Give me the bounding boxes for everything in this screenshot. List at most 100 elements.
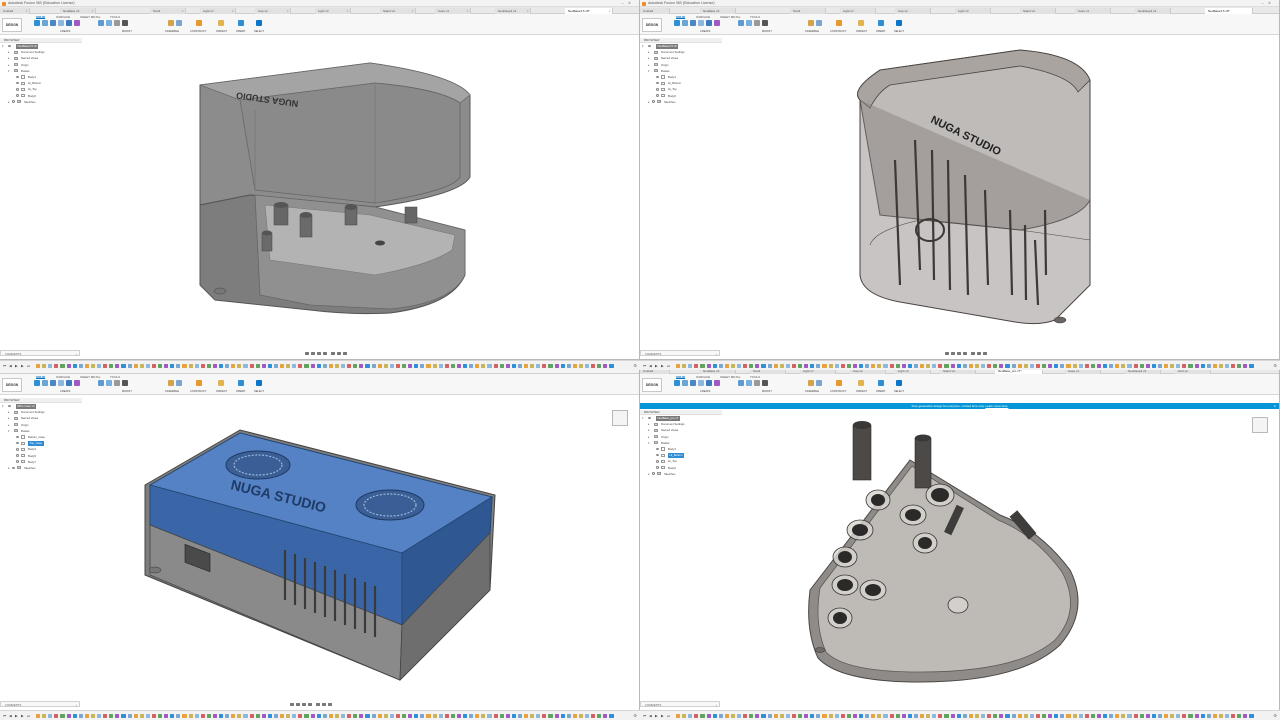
timeline-feature-icon[interactable] [688, 364, 693, 369]
browser-item[interactable]: ▸ Sketches [0, 465, 82, 471]
revolve-icon[interactable] [50, 20, 56, 26]
timeline-feature-icon[interactable] [1225, 364, 1230, 369]
ribbon-tab-solid[interactable]: SOLID [36, 375, 46, 379]
timeline-feature-icon[interactable] [852, 364, 858, 369]
timeline-feature-icon[interactable] [212, 364, 218, 369]
fillet-icon[interactable] [746, 20, 752, 26]
timeline-feature-icon[interactable] [408, 364, 413, 369]
timeline-feature-icon[interactable] [524, 714, 529, 719]
timeline-feature-icon[interactable] [1023, 364, 1028, 369]
timeline-feature-icon[interactable] [968, 714, 973, 719]
timeline-feature-icon[interactable] [1115, 714, 1120, 719]
close-icon[interactable]: × [347, 8, 349, 14]
eye-icon[interactable] [648, 44, 651, 48]
timeline-feature-icon[interactable] [493, 714, 498, 719]
skip-start-icon[interactable]: ⏮ [643, 364, 646, 368]
comments-panel[interactable]: COMMENTS + [640, 701, 720, 707]
timeline-feature-icon[interactable] [974, 364, 980, 369]
timeline-feature-icon[interactable] [182, 364, 187, 369]
timeline-feature-icon[interactable] [1096, 714, 1102, 719]
play-icon[interactable]: ▶ [15, 364, 18, 368]
eye-icon[interactable] [656, 81, 659, 85]
step-forward-icon[interactable]: ▶ [21, 714, 24, 718]
timeline-feature-icon[interactable] [438, 714, 443, 719]
timeline-feature-icon[interactable] [322, 364, 327, 369]
play-icon[interactable]: ▶ [15, 714, 18, 718]
eye-icon[interactable] [656, 94, 659, 97]
timeline-feature-icon[interactable] [231, 714, 236, 719]
tab-active[interactable]: NeoBase3.5 v8* [1205, 7, 1253, 14]
timeline-feature-icon[interactable] [334, 714, 340, 719]
timeline-feature-icon[interactable] [347, 364, 352, 369]
group-assemble[interactable]: ASSEMBLE [805, 390, 819, 393]
timeline-feature-icon[interactable] [597, 364, 602, 369]
timeline-feature-icon[interactable] [298, 714, 303, 719]
timeline-feature-icon[interactable] [237, 714, 242, 719]
eye-icon[interactable] [16, 75, 19, 79]
workspace-switcher-button[interactable]: DESIGN [2, 18, 22, 32]
sweep-icon[interactable] [698, 20, 704, 26]
timeline-feature-icon[interactable] [749, 364, 754, 369]
group-insert[interactable]: INSERT [876, 30, 885, 33]
timeline-feature-icon[interactable] [261, 714, 266, 719]
timeline-feature-icon[interactable] [682, 714, 687, 719]
timeline-feature-icon[interactable] [846, 364, 851, 369]
timeline-feature-icon[interactable] [1231, 364, 1236, 369]
timeline-feature-icon[interactable] [1200, 714, 1205, 719]
timeline-feature-icon[interactable] [115, 714, 120, 719]
zoom-icon[interactable] [302, 702, 306, 706]
browser-item[interactable]: ▸ Sketches [640, 471, 722, 477]
timeline-feature-icon[interactable] [1182, 714, 1187, 719]
timeline-feature-icon[interactable] [560, 364, 565, 369]
select-icon[interactable] [896, 20, 902, 26]
timeline-feature-icon[interactable] [1182, 364, 1187, 369]
joint-icon[interactable] [808, 20, 814, 26]
timeline-feature-icon[interactable] [36, 364, 41, 369]
timeline-feature-icon[interactable] [737, 714, 742, 719]
tab-0[interactable]: Untitled [640, 7, 670, 14]
timeline-feature-icon[interactable] [505, 714, 510, 719]
timeline-feature-icon[interactable] [871, 364, 876, 369]
timeline-feature-icon[interactable] [164, 364, 169, 369]
timeline-feature-icon[interactable] [353, 364, 358, 369]
timeline-feature-icon[interactable] [487, 364, 492, 369]
timeline-feature-icon[interactable] [310, 364, 315, 369]
press-pull-icon[interactable] [98, 20, 104, 26]
timeline-feature-icon[interactable] [585, 714, 590, 719]
timeline-feature-icon[interactable] [158, 364, 163, 369]
ribbon-tab-solid[interactable]: SOLID [676, 375, 686, 379]
timeline-feature-icon[interactable] [231, 364, 236, 369]
timeline-feature-icon[interactable] [1231, 714, 1236, 719]
timeline-feature-icon[interactable] [560, 714, 565, 719]
timeline-feature-icon[interactable] [761, 364, 766, 369]
tab-active[interactable]: NeoBase3.5 v8* × [565, 7, 613, 14]
timeline-feature-icon[interactable] [822, 714, 827, 719]
viewports-icon[interactable] [983, 351, 987, 355]
timeline-feature-icon[interactable] [139, 364, 144, 369]
timeline-feature-icon[interactable] [267, 364, 272, 369]
timeline-feature-icon[interactable] [1078, 714, 1083, 719]
timeline-feature-icon[interactable] [255, 714, 260, 719]
timeline-feature-icon[interactable] [548, 714, 553, 719]
timeline-feature-icon[interactable] [1042, 364, 1047, 369]
timeline-feature-icon[interactable] [188, 714, 193, 719]
timeline-feature-icon[interactable] [408, 714, 413, 719]
timeline-feature-icon[interactable] [133, 714, 138, 719]
timeline-feature-icon[interactable] [1017, 364, 1022, 369]
timeline-feature-icon[interactable] [341, 714, 346, 719]
display-settings-icon[interactable] [316, 702, 320, 706]
timeline-feature-icon[interactable] [103, 364, 108, 369]
tab-5[interactable]: Light v3 [955, 7, 991, 14]
banner-learn-more-link[interactable]: Learn more here. [985, 404, 1008, 408]
tab-1[interactable]: NeoBase v3 × [60, 7, 96, 14]
timeline-feature-icon[interactable] [1017, 714, 1022, 719]
eye-icon[interactable] [16, 454, 19, 457]
timeline-feature-icon[interactable] [785, 714, 790, 719]
group-inspect[interactable]: INSPECT [856, 390, 867, 393]
timeline-feature-icon[interactable] [865, 364, 870, 369]
browser-item[interactable]: ▸ Sketches [640, 99, 722, 105]
ribbon-tab-surface[interactable]: SURFACE [696, 375, 710, 379]
timeline-feature-icon[interactable] [389, 714, 394, 719]
timeline-feature-icon[interactable] [1164, 364, 1169, 369]
timeline-feature-icon[interactable] [194, 714, 199, 719]
